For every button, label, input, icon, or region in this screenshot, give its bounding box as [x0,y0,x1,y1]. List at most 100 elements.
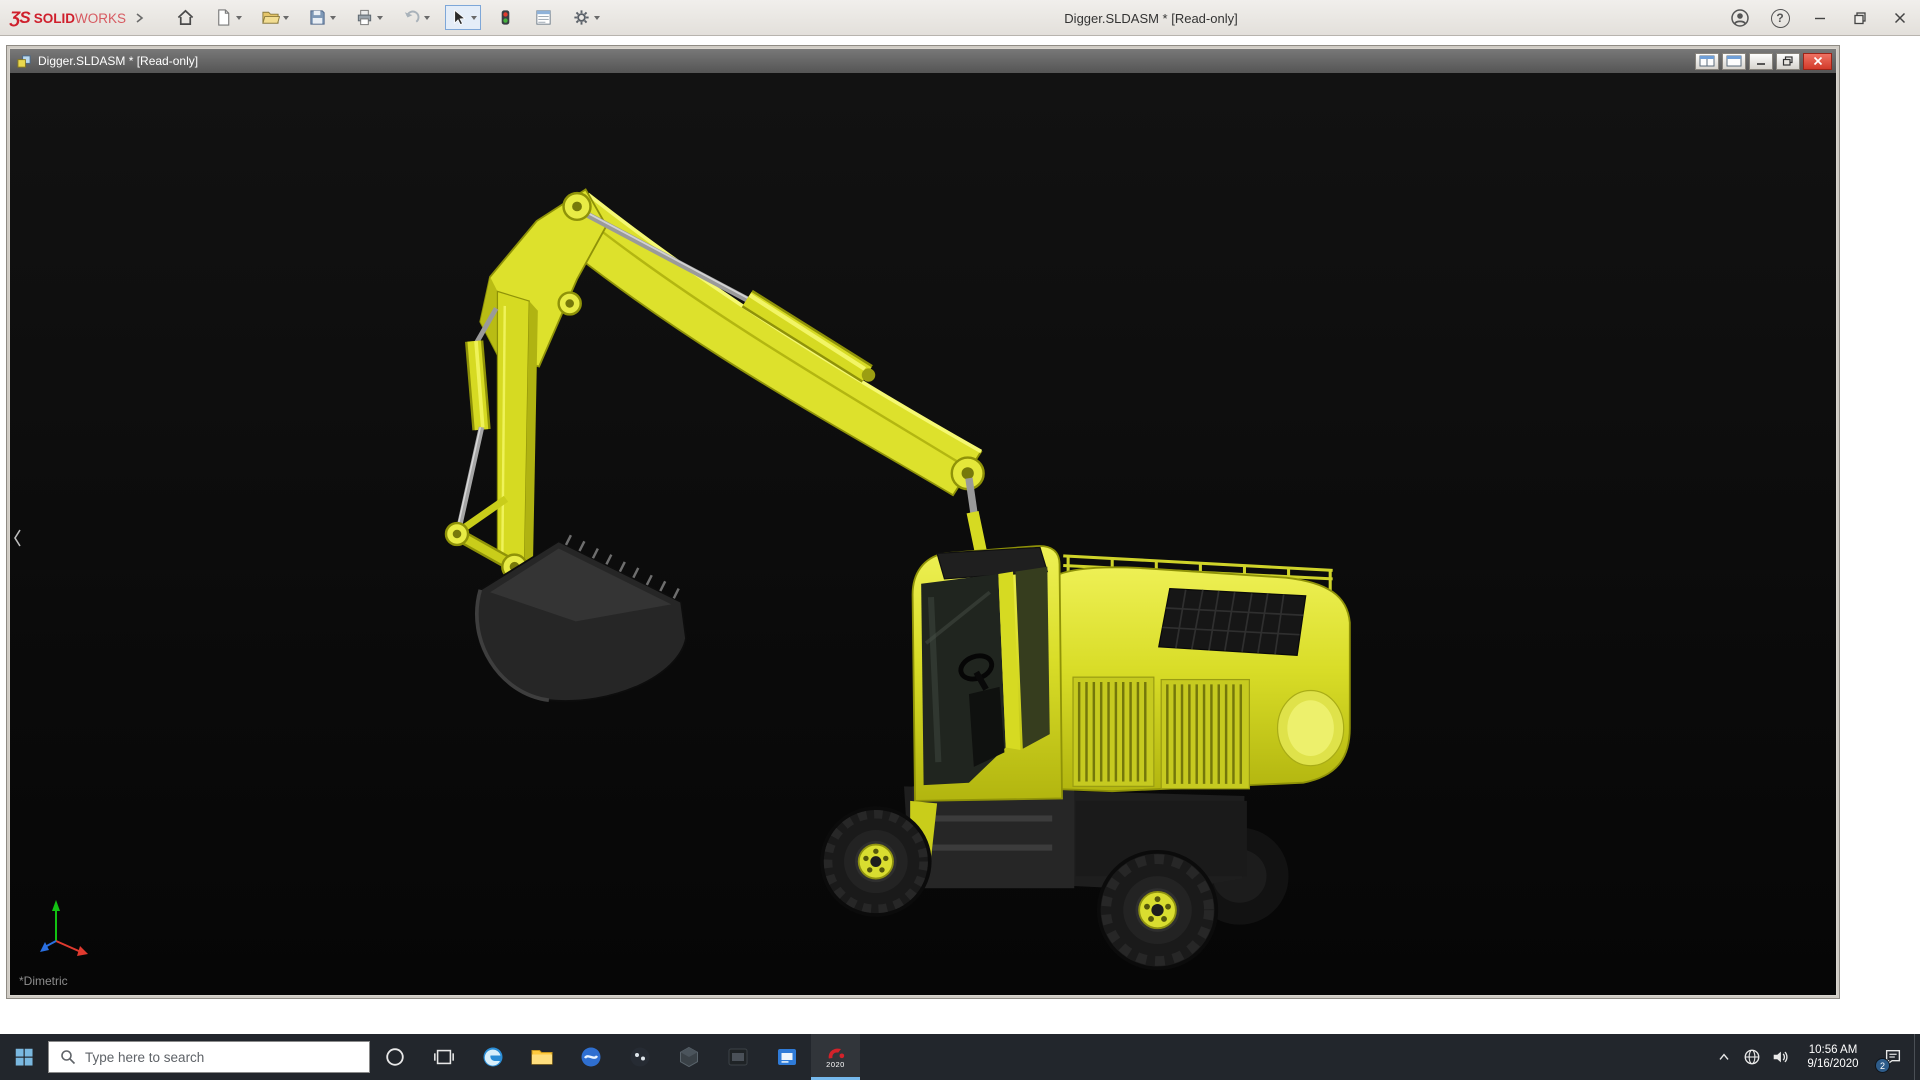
cortana-button[interactable] [370,1034,419,1080]
document-minimize-button[interactable] [1749,53,1773,70]
hexagon-app-button[interactable] [664,1034,713,1080]
select-cursor-icon [449,8,468,27]
engine-housing[interactable] [1050,567,1350,791]
help-button[interactable]: ? [1760,0,1800,36]
task-view-button[interactable] [419,1034,468,1080]
print-button[interactable] [351,5,387,30]
dropdown-caret-icon [424,16,430,20]
orientation-triad [34,895,94,959]
undo-icon [402,8,421,27]
open-button[interactable] [257,5,293,30]
document-close-button[interactable] [1803,53,1832,70]
assembly-document-icon [17,54,32,69]
restore-button[interactable] [1840,0,1880,36]
blue-tile-app-icon [775,1045,799,1069]
dark-tile-app-button[interactable] [713,1034,762,1080]
dark-circle-app-button[interactable] [615,1034,664,1080]
minimize-icon [1755,56,1767,66]
tray-expand-icon [1716,1049,1732,1065]
document-restore-button[interactable] [1776,53,1800,70]
restore-icon [1852,10,1868,26]
settings-gear-icon [572,8,591,27]
settings-button[interactable] [568,5,604,30]
pane-layout-single-icon [1726,55,1742,67]
search-input[interactable] [85,1050,358,1065]
save-button[interactable] [304,5,340,30]
new-document-button[interactable] [210,5,246,30]
home-icon [176,8,195,27]
hexagon-app-icon [677,1045,701,1069]
dark-circle-app-icon [628,1045,652,1069]
titlebar-right-controls: ? [1720,0,1920,36]
close-button[interactable] [1880,0,1920,36]
volume-button[interactable] [1766,1034,1794,1080]
blue-tile-app-button[interactable] [762,1034,811,1080]
solidworks-logo[interactable]: ƷS SOLID WORKS [10,8,126,28]
blue-circle-app-icon [579,1045,603,1069]
network-globe-icon [1743,1048,1761,1066]
pane-layout-split-button[interactable] [1695,53,1719,70]
graphics-viewport[interactable]: *Dimetric [10,73,1836,995]
minimize-icon [1812,10,1828,26]
file-explorer-icon [530,1045,554,1069]
action-center-button[interactable]: 2 [1872,1034,1914,1080]
new-document-icon [214,8,233,27]
pane-layout-single-button[interactable] [1722,53,1746,70]
rebuild-button[interactable] [492,5,519,30]
solidworks-year-label: 2020 [826,1061,845,1069]
stick-arm[interactable] [497,291,537,568]
start-button[interactable] [0,1034,48,1080]
open-icon [261,8,280,27]
clock-date: 9/16/2020 [1794,1057,1872,1071]
menu-expand-arrow-icon[interactable] [134,12,144,24]
options-sheet-button[interactable] [530,5,557,30]
account-icon [1730,8,1750,28]
mdi-background: Digger.SLDASM * [Read-only] [0,36,1920,1034]
desktop-screen: ƷS SOLID WORKS [0,0,1920,1080]
excavator-model[interactable] [10,73,1836,995]
file-explorer-button[interactable] [517,1034,566,1080]
document-window-titlebar[interactable]: Digger.SLDASM * [Read-only] [10,49,1836,73]
document-window-title: Digger.SLDASM * [Read-only] [38,54,198,68]
restore-icon [1782,56,1794,66]
view-orientation-label: *Dimetric [19,974,68,988]
featuremanager-collapse-tab[interactable] [10,525,23,551]
dropdown-caret-icon [471,16,477,20]
undo-button[interactable] [398,5,434,30]
help-icon: ? [1771,9,1790,28]
solidworks-titlebar: ƷS SOLID WORKS [0,0,1920,36]
minimize-button[interactable] [1800,0,1840,36]
brand-works-text: WORKS [75,11,126,26]
blue-circle-app-button[interactable] [566,1034,615,1080]
dropdown-caret-icon [594,16,600,20]
close-icon [1892,10,1908,26]
account-button[interactable] [1720,0,1760,36]
taskbar-search[interactable] [48,1041,370,1073]
clock-time: 10:56 AM [1794,1043,1872,1057]
brand-solid-text: SOLID [34,11,75,26]
dark-tile-app-icon [726,1045,750,1069]
print-icon [355,8,374,27]
options-sheet-icon [534,8,553,27]
window-title: Digger.SLDASM * [Read-only] [1064,0,1237,36]
solidworks-logo-glyph: ƷS [10,8,30,28]
rear-wheel[interactable] [1099,852,1217,968]
select-tool-button[interactable] [445,5,481,30]
tray-expand-button[interactable] [1710,1034,1738,1080]
solidworks-app-button[interactable]: 2020 [811,1034,860,1080]
boom-arm[interactable] [480,189,981,495]
save-icon [308,8,327,27]
taskbar-clock[interactable]: 10:56 AM 9/16/2020 [1794,1034,1872,1080]
task-view-icon [433,1046,455,1068]
network-button[interactable] [1738,1034,1766,1080]
edge-icon [481,1045,505,1069]
front-wheel[interactable] [822,808,930,915]
home-button[interactable] [172,5,199,30]
search-icon [60,1049,76,1065]
edge-button[interactable] [468,1034,517,1080]
pane-layout-split-icon [1699,55,1715,67]
dropdown-caret-icon [330,16,336,20]
show-desktop-button[interactable] [1914,1034,1920,1080]
start-icon [13,1046,35,1068]
windows-taskbar: 2020 10:56 AM [0,1034,1920,1080]
